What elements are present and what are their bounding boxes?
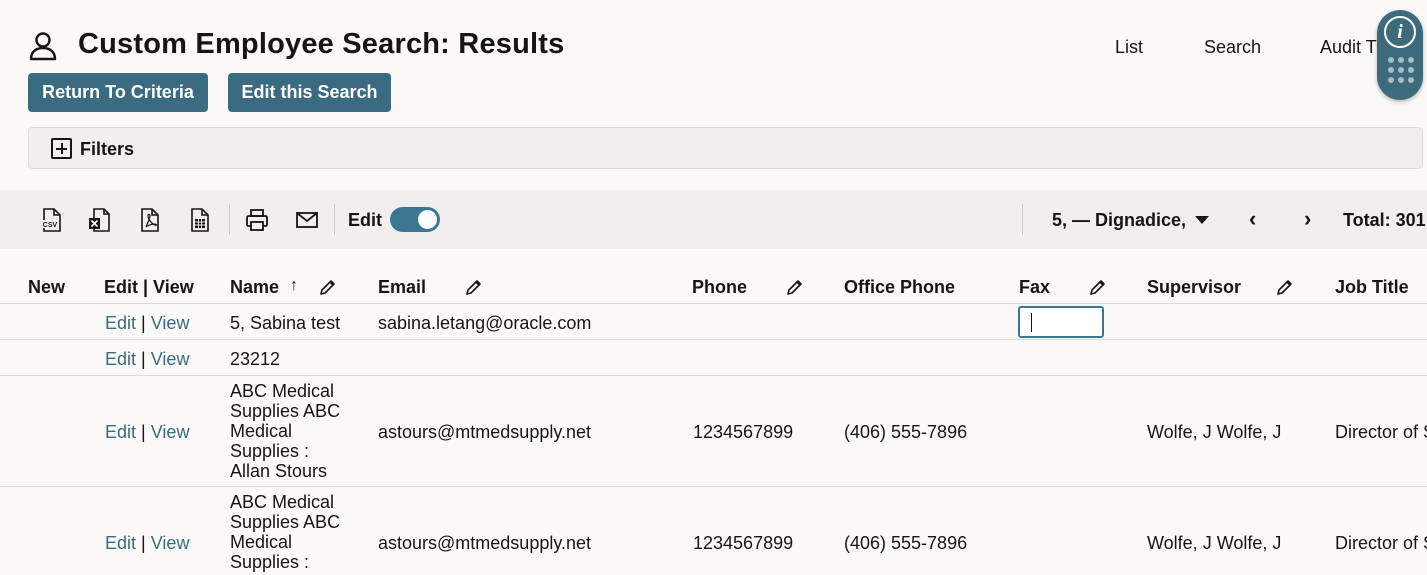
toolbar-divider	[229, 204, 230, 235]
record-selector[interactable]: 5, — Dignadice,	[1052, 210, 1186, 231]
cell-email: sabina.letang@oracle.com	[378, 313, 592, 333]
cell-phone: 1234567899	[693, 422, 794, 442]
edit-view-links: Edit | View	[105, 533, 189, 554]
edit-link[interactable]: Edit	[105, 533, 136, 553]
cell-name: ABC Medical Supplies ABC Medical Supplie…	[230, 492, 341, 572]
svg-text:CSV: CSV	[43, 222, 58, 229]
spreadsheet-icon[interactable]	[188, 207, 212, 233]
pdf-icon[interactable]	[138, 207, 162, 233]
pencil-icon[interactable]	[319, 278, 337, 296]
row-divider	[0, 339, 1427, 340]
cell-supervisor: Wolfe, J Wolfe, J	[1147, 533, 1282, 553]
next-page-icon[interactable]: ›	[1304, 208, 1311, 230]
column-header-new[interactable]: New	[28, 277, 65, 298]
edit-this-search-button[interactable]: Edit this Search	[228, 73, 391, 112]
nav-list[interactable]: List	[1115, 37, 1143, 58]
column-header-job-title[interactable]: Job Title	[1335, 277, 1409, 298]
row-divider	[0, 486, 1427, 487]
edit-view-links: Edit | View	[105, 422, 189, 443]
row-divider	[0, 375, 1427, 376]
results-toolbar: CSV Edit 5, — Dignadice, ‹ › Total: 301	[0, 190, 1427, 249]
edit-mode-label: Edit	[348, 210, 382, 230]
edit-link[interactable]: Edit	[105, 349, 136, 369]
cell-supervisor: Wolfe, J Wolfe, J	[1147, 422, 1282, 442]
cell-name: 23212	[230, 349, 281, 369]
total-count: Total: 301	[1343, 210, 1426, 230]
edit-view-links: Edit | View	[105, 313, 189, 334]
sort-ascending-icon[interactable]: ↑	[290, 277, 298, 295]
email-icon[interactable]	[295, 207, 319, 233]
filters-label: Filters	[80, 139, 135, 159]
column-header-edit-view[interactable]: Edit | View	[104, 277, 194, 298]
print-icon[interactable]	[245, 207, 269, 233]
user-icon	[29, 32, 57, 61]
excel-icon[interactable]	[88, 207, 112, 233]
column-header-phone[interactable]: Phone	[692, 277, 747, 298]
filters-panel[interactable]: Filters	[28, 127, 1423, 169]
cell-job-title: Director of S	[1335, 422, 1427, 442]
info-icon[interactable]: i	[1384, 16, 1416, 48]
view-link[interactable]: View	[151, 533, 190, 553]
apps-grid-icon[interactable]	[1388, 57, 1414, 83]
cell-email: astours@mtmedsupply.net	[378, 533, 592, 553]
link-separator: |	[141, 349, 146, 369]
pencil-icon[interactable]	[1276, 278, 1294, 296]
page-header: Custom Employee Search: Results List Sea…	[0, 0, 1427, 120]
pencil-icon[interactable]	[786, 278, 804, 296]
edit-link[interactable]: Edit	[105, 313, 136, 333]
nav-search[interactable]: Search	[1204, 37, 1261, 58]
edit-mode-toggle[interactable]	[390, 207, 440, 232]
expand-plus-icon[interactable]	[51, 138, 72, 159]
cell-office-phone: (406) 555-7896	[844, 533, 968, 553]
link-separator: |	[141, 313, 146, 333]
column-header-fax[interactable]: Fax	[1019, 277, 1050, 298]
cell-phone: 1234567899	[693, 533, 794, 553]
chevron-down-icon[interactable]	[1195, 216, 1209, 224]
column-header-office-phone[interactable]: Office Phone	[844, 277, 955, 298]
help-widget[interactable]: i	[1377, 10, 1423, 100]
view-link[interactable]: View	[151, 313, 190, 333]
nav-audit-trail[interactable]: Audit T	[1320, 37, 1377, 58]
edit-link[interactable]: Edit	[105, 422, 136, 442]
pencil-icon[interactable]	[1089, 278, 1107, 296]
page-title: Custom Employee Search: Results	[78, 28, 565, 60]
cell-name: ABC Medical Supplies ABC Medical Supplie…	[230, 381, 341, 481]
fax-input[interactable]	[1018, 306, 1104, 338]
link-separator: |	[141, 422, 146, 442]
column-header-email[interactable]: Email	[378, 277, 426, 298]
column-header-supervisor[interactable]: Supervisor	[1147, 277, 1241, 298]
edit-view-links: Edit | View	[105, 349, 189, 370]
pencil-icon[interactable]	[465, 278, 483, 296]
toolbar-divider	[334, 204, 335, 235]
cell-office-phone: (406) 555-7896	[844, 422, 968, 442]
view-link[interactable]: View	[151, 422, 190, 442]
row-divider	[0, 303, 1427, 304]
csv-icon[interactable]: CSV	[40, 207, 64, 233]
previous-page-icon[interactable]: ‹	[1249, 208, 1256, 230]
link-separator: |	[141, 533, 146, 553]
column-header-name[interactable]: Name	[230, 277, 279, 298]
toolbar-divider	[1022, 204, 1023, 235]
view-link[interactable]: View	[151, 349, 190, 369]
cell-job-title: Director of S	[1335, 533, 1427, 553]
cell-name: 5, Sabina test	[230, 313, 341, 333]
return-to-criteria-button[interactable]: Return To Criteria	[28, 73, 208, 112]
cell-email: astours@mtmedsupply.net	[378, 422, 592, 442]
